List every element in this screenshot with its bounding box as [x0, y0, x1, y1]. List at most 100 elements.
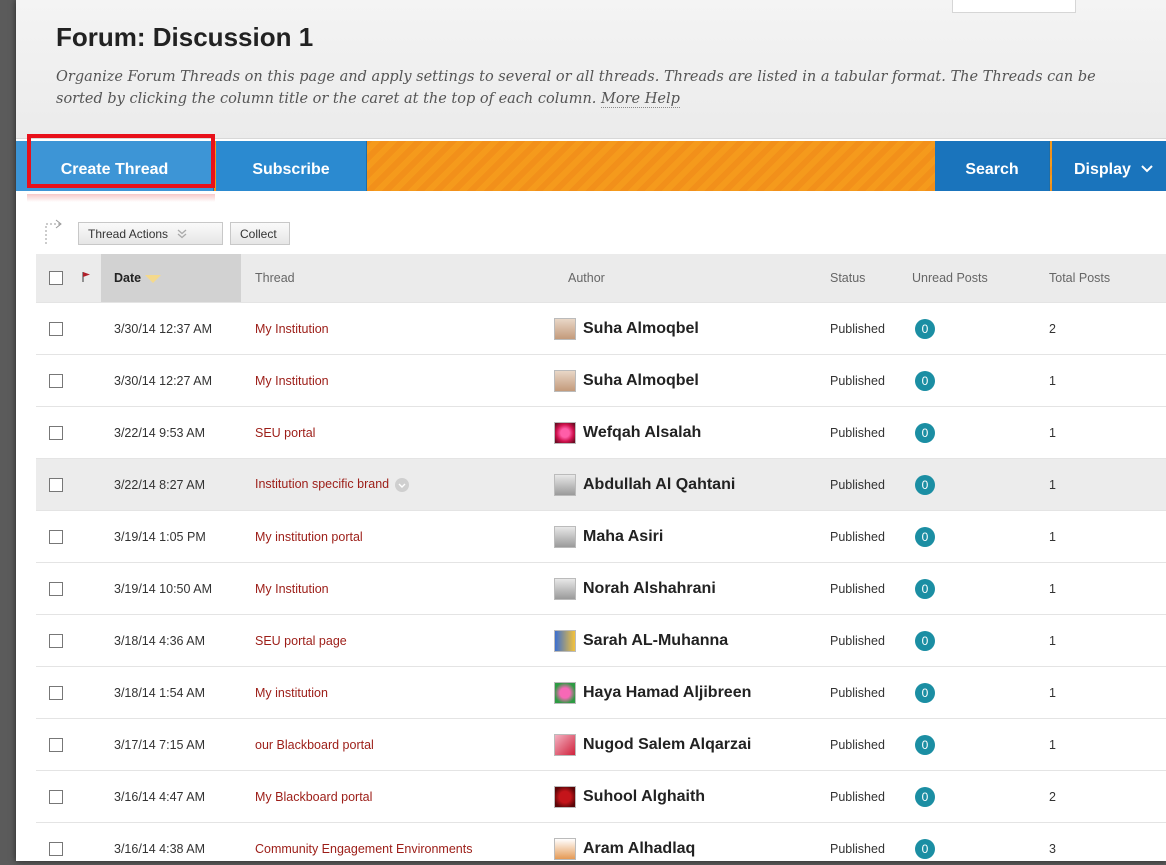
- unread-badge[interactable]: 0: [915, 734, 935, 755]
- table-header-row: Date Thread Author Status Unread Posts T…: [36, 254, 1166, 303]
- caret-down-icon[interactable]: [145, 274, 162, 283]
- display-button[interactable]: Display: [1052, 141, 1166, 191]
- avatar-heart-icon: [554, 733, 576, 756]
- row-unread-cell: 0: [898, 302, 1031, 355]
- unread-badge[interactable]: 0: [915, 526, 935, 547]
- avatar-default-icon: [554, 525, 576, 548]
- row-flag-cell: [81, 302, 101, 355]
- avatar-flower-icon: [554, 421, 576, 444]
- chevron-down-icon: [1141, 165, 1154, 173]
- row-select-cell: [36, 718, 81, 771]
- author-name[interactable]: Suha Almoqbel: [583, 320, 699, 337]
- table-row: 3/22/14 9:53 AM SEU portal Wefqah Alsalah P…: [36, 406, 1166, 459]
- thread-link[interactable]: My Blackboard portal: [255, 790, 372, 804]
- row-total: 1: [1031, 614, 1166, 667]
- table-row: 3/19/14 10:50 AM My Institution Norah Alsh…: [36, 562, 1166, 615]
- unread-column-header[interactable]: Unread Posts: [898, 254, 1031, 303]
- row-checkbox[interactable]: [49, 373, 63, 388]
- status-column-header[interactable]: Status: [816, 254, 898, 303]
- row-status: Published: [816, 458, 898, 511]
- author-name[interactable]: Nugod Salem Alqarzai: [583, 736, 751, 753]
- author-name[interactable]: Maha Asiri: [583, 528, 663, 545]
- thread-link[interactable]: My Institution: [255, 582, 329, 596]
- row-checkbox[interactable]: [49, 789, 63, 804]
- row-checkbox[interactable]: [49, 737, 63, 752]
- date-column-header[interactable]: Date: [101, 254, 241, 303]
- author-name[interactable]: Suhool Alghaith: [583, 788, 705, 805]
- row-checkbox[interactable]: [49, 425, 63, 440]
- status-column-label: Status: [830, 271, 866, 285]
- thread-link[interactable]: Community Engagement Environments: [255, 842, 472, 856]
- chevron-down-icon[interactable]: [395, 477, 410, 492]
- subscribe-button[interactable]: Subscribe: [216, 141, 367, 191]
- page-title: Forum: Discussion 1: [56, 22, 314, 52]
- unread-badge[interactable]: 0: [915, 370, 935, 391]
- select-all-checkbox[interactable]: [49, 271, 63, 286]
- row-checkbox[interactable]: [49, 633, 63, 648]
- author-name[interactable]: Abdullah Al Qahtani: [583, 476, 735, 493]
- display-label: Display: [1074, 161, 1131, 178]
- row-select-cell: [36, 562, 81, 615]
- select-all-cell: [36, 254, 81, 303]
- page-tab-notch: [952, 0, 1076, 13]
- avatar-doc-icon: [554, 837, 576, 860]
- row-total: 2: [1031, 302, 1166, 355]
- unread-badge[interactable]: 0: [915, 474, 935, 495]
- row-date: 3/19/14 1:05 PM: [101, 510, 241, 563]
- row-checkbox[interactable]: [49, 685, 63, 700]
- row-author-cell: Nugod Salem Alqarzai: [554, 718, 816, 771]
- row-checkbox[interactable]: [49, 529, 63, 544]
- unread-badge[interactable]: 0: [915, 786, 935, 807]
- row-select-cell: [36, 770, 81, 823]
- row-status: Published: [816, 510, 898, 563]
- row-checkbox[interactable]: [49, 581, 63, 596]
- row-thread-cell: Institution specific brand: [241, 458, 554, 511]
- collect-button[interactable]: Collect: [230, 222, 290, 245]
- total-column-header[interactable]: Total Posts: [1031, 254, 1166, 303]
- unread-badge[interactable]: 0: [915, 838, 935, 859]
- unread-badge[interactable]: 0: [915, 630, 935, 651]
- unread-badge[interactable]: 0: [915, 682, 935, 703]
- row-checkbox[interactable]: [49, 321, 63, 336]
- thread-link[interactable]: our Blackboard portal: [255, 738, 374, 752]
- thread-link[interactable]: My institution portal: [255, 530, 363, 544]
- highlight-shadow: [27, 194, 215, 202]
- unread-badge[interactable]: 0: [915, 578, 935, 599]
- thread-link[interactable]: Institution specific brand: [255, 477, 389, 491]
- thread-link[interactable]: My institution: [255, 686, 328, 700]
- author-name[interactable]: Sarah AL-Muhanna: [583, 632, 728, 649]
- row-checkbox[interactable]: [49, 477, 63, 492]
- row-unread-cell: 0: [898, 666, 1031, 719]
- row-total: 2: [1031, 770, 1166, 823]
- row-author-cell: Norah Alshahrani: [554, 562, 816, 615]
- create-thread-button[interactable]: Create Thread: [16, 141, 214, 191]
- thread-actions-button[interactable]: Thread Actions: [78, 222, 223, 245]
- unread-badge[interactable]: 0: [915, 318, 935, 339]
- thread-link[interactable]: SEU portal page: [255, 634, 347, 648]
- row-flag-cell: [81, 614, 101, 667]
- row-author-cell: Haya Hamad Aljibreen: [554, 666, 816, 719]
- table-row: 3/18/14 1:54 AM My institution Haya Hamad …: [36, 666, 1166, 719]
- more-help-link[interactable]: More Help: [601, 91, 680, 108]
- author-name[interactable]: Norah Alshahrani: [583, 580, 716, 597]
- author-name[interactable]: Aram Alhadlaq: [583, 840, 695, 857]
- avatar-rose-icon: [554, 681, 576, 704]
- thread-link[interactable]: SEU portal: [255, 426, 315, 440]
- row-date: 3/22/14 9:53 AM: [101, 406, 241, 459]
- search-button[interactable]: Search: [935, 141, 1050, 191]
- author-column-label: Author: [568, 271, 605, 285]
- thread-column-header[interactable]: Thread: [241, 254, 554, 303]
- row-checkbox[interactable]: [49, 841, 63, 856]
- author-name[interactable]: Suha Almoqbel: [583, 372, 699, 389]
- row-thread-cell: My Institution: [241, 354, 554, 407]
- thread-link[interactable]: My Institution: [255, 374, 329, 388]
- row-total: 1: [1031, 458, 1166, 511]
- flag-column-header[interactable]: [81, 254, 101, 303]
- author-name[interactable]: Haya Hamad Aljibreen: [583, 684, 751, 701]
- unread-badge[interactable]: 0: [915, 422, 935, 443]
- thread-link[interactable]: My Institution: [255, 322, 329, 336]
- row-unread-cell: 0: [898, 354, 1031, 407]
- author-column-header[interactable]: Author: [554, 254, 816, 303]
- author-name[interactable]: Wefqah Alsalah: [583, 424, 701, 441]
- page-description-text: Organize Forum Threads on this page and …: [56, 69, 1096, 107]
